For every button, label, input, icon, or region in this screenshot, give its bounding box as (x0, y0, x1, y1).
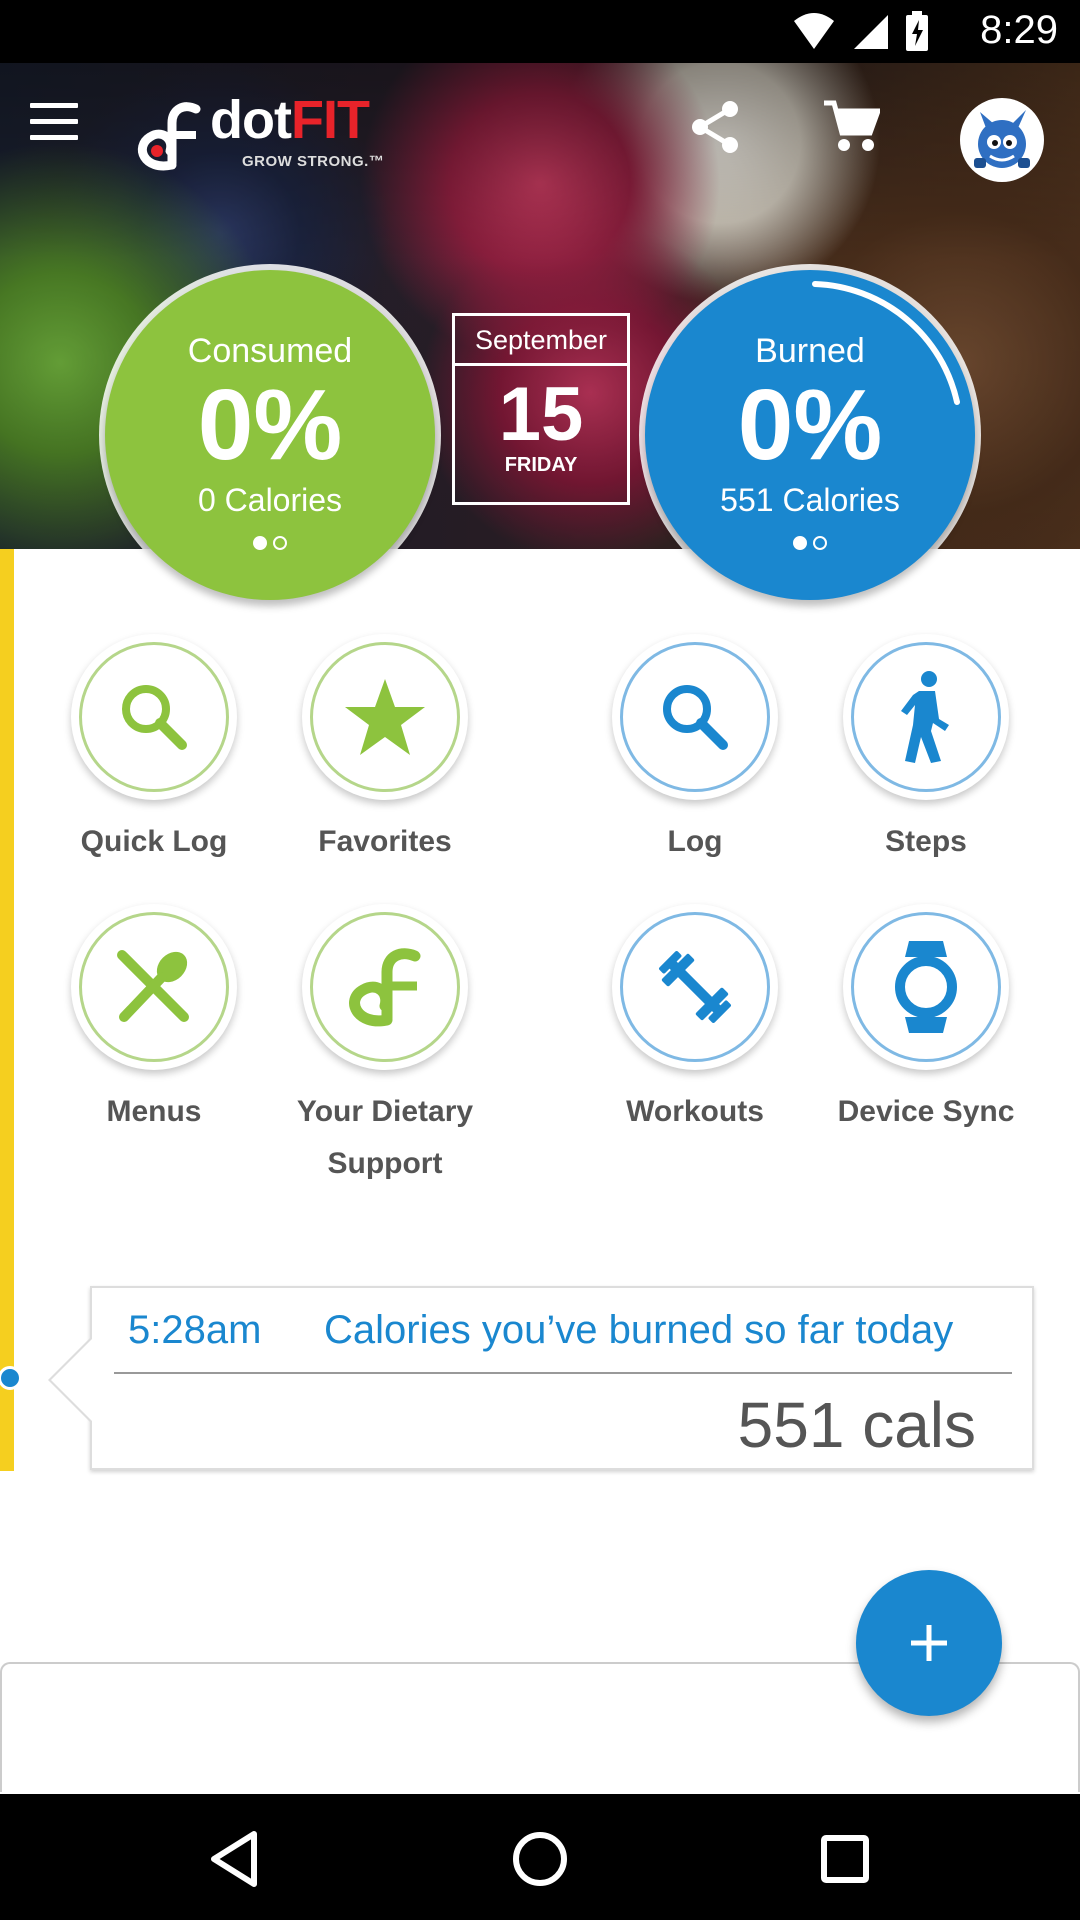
timeline-entry-description: Calories you’ve burned so far today (324, 1308, 954, 1352)
favorites-tile[interactable]: Favorites (285, 634, 485, 868)
dotfit-mark-icon (137, 102, 201, 171)
device-sync-tile[interactable]: Device Sync (826, 904, 1026, 1138)
profile-avatar[interactable] (960, 98, 1044, 182)
battery-charging-icon (906, 11, 928, 51)
date-day: 15 (498, 372, 584, 457)
workouts-tile[interactable]: Workouts (595, 904, 795, 1138)
dumbbell-icon (659, 951, 731, 1023)
back-triangle-icon (211, 1831, 257, 1887)
dietary-support-tile[interactable]: Your Dietary Support (285, 904, 485, 1190)
log-tile[interactable]: Log (595, 634, 795, 868)
timeline-accent-bar (0, 549, 14, 1471)
card-divider (114, 1372, 1012, 1374)
status-icons (792, 10, 930, 52)
home-circle-icon (513, 1832, 567, 1886)
timeline-entry-card[interactable]: 5:28am Calories you’ve burned so far tod… (48, 1286, 1034, 1470)
timeline-entry-time: 5:28am (128, 1308, 262, 1352)
burned-summary-circle[interactable]: Burned 0% 551 Calories (645, 270, 975, 600)
quick-log-label: Quick Log (80, 825, 228, 858)
brand-prefix: dot (210, 90, 292, 150)
dietary-support-label-line1: Your Dietary (296, 1095, 474, 1128)
consumed-percent: 0% (197, 369, 343, 481)
device-sync-label: Device Sync (837, 1095, 1015, 1128)
consumed-title: Consumed (187, 332, 353, 370)
home-button[interactable] (505, 1824, 575, 1894)
date-month: September (455, 316, 627, 366)
brand-wordmark: dotFIT (210, 89, 370, 151)
recents-square-icon (821, 1835, 869, 1883)
dietary-support-label: Your Dietary Support (285, 1086, 485, 1190)
burned-calories: 551 Calories (720, 482, 900, 518)
clock: 8:29 (980, 8, 1058, 52)
watch-icon (895, 941, 957, 1033)
favorites-label: Favorites (318, 825, 452, 858)
app-toolbar: dotFIT GROW STRONG.™ (0, 63, 1080, 193)
burned-percent: 0% (737, 369, 883, 481)
consumed-summary-circle[interactable]: Consumed 0% 0 Calories (105, 270, 435, 600)
consumed-calories: 0 Calories (197, 482, 343, 518)
hamburger-menu-icon[interactable] (30, 103, 86, 143)
steps-label: Steps (885, 825, 967, 858)
cart-button[interactable] (822, 99, 882, 155)
plus-icon (911, 1625, 947, 1661)
wifi-icon (794, 13, 834, 49)
consumed-page-indicator (105, 536, 435, 550)
back-button[interactable] (200, 1824, 270, 1894)
log-label: Log (667, 825, 723, 858)
quick-log-tile[interactable]: Quick Log (54, 634, 254, 868)
timeline-entry-value: 551 cals (737, 1389, 976, 1461)
status-bar: 8:29 (0, 0, 1080, 63)
fork-spoon-icon (117, 950, 189, 1022)
walking-person-icon (901, 671, 949, 763)
recents-button[interactable] (810, 1824, 880, 1894)
dotfit-logo: dotFIT GROW STRONG.™ (134, 87, 414, 187)
share-button[interactable] (688, 99, 744, 155)
date-weekday: FRIDAY (504, 454, 578, 476)
search-icon (122, 685, 187, 750)
brand-suffix: FIT (290, 90, 370, 150)
mascot-avatar-icon (974, 110, 1030, 168)
menus-label: Menus (106, 1095, 202, 1128)
share-icon (692, 101, 738, 153)
signal-icon (854, 15, 888, 49)
steps-tile[interactable]: Steps (826, 634, 1026, 868)
workouts-label: Workouts (626, 1095, 764, 1128)
burned-title: Burned (755, 332, 865, 370)
brand-tagline: GROW STRONG.™ (242, 153, 385, 170)
menus-tile[interactable]: Menus (54, 904, 254, 1138)
star-icon (345, 679, 425, 755)
date-picker[interactable]: September 15 FRIDAY (452, 313, 630, 505)
dotfit-mark-icon (349, 948, 421, 1027)
search-icon (663, 685, 728, 750)
shopping-cart-icon (824, 100, 882, 151)
dietary-support-label-line2: Support (327, 1147, 443, 1180)
add-entry-button[interactable] (856, 1570, 1002, 1716)
burned-page-indicator (645, 536, 975, 550)
system-navigation-bar (0, 1794, 1080, 1920)
timeline-dot (0, 1366, 22, 1390)
